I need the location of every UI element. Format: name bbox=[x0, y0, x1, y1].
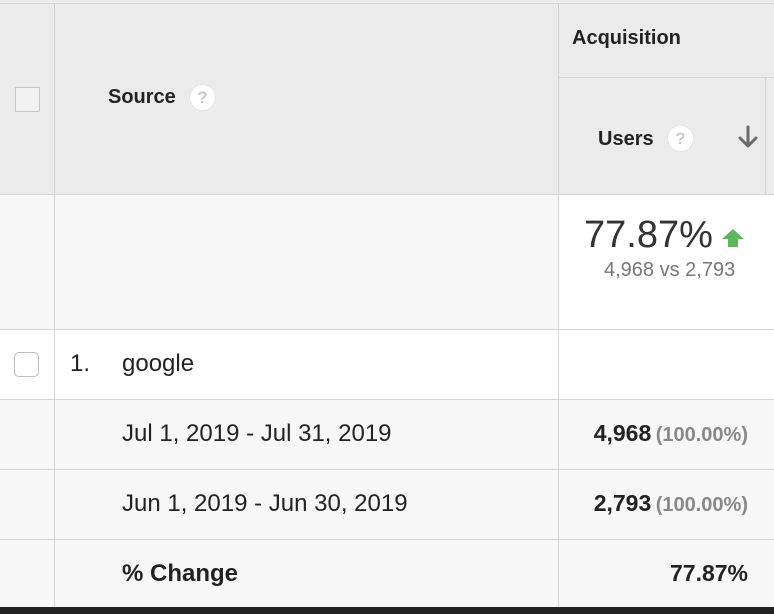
bottom-bar bbox=[0, 607, 774, 614]
users-share: (100.00%) bbox=[655, 424, 748, 446]
users-help-icon[interactable]: ? bbox=[667, 125, 694, 152]
users-share: (100.00%) bbox=[655, 494, 748, 516]
summary-change-pct: 77.87% bbox=[584, 214, 713, 256]
divider bbox=[0, 469, 774, 470]
arrow-down-icon[interactable] bbox=[736, 125, 760, 151]
row-index: 1. bbox=[70, 350, 91, 377]
users-count: 4,968 bbox=[593, 420, 652, 446]
divider bbox=[0, 399, 774, 400]
divider bbox=[0, 539, 774, 540]
divider bbox=[0, 3, 774, 4]
summary-comparison: 4,968 vs 2,793 bbox=[604, 259, 736, 281]
change-label: % Change bbox=[122, 560, 239, 587]
divider bbox=[559, 77, 774, 78]
users-value: 2,793 (100.00%) bbox=[559, 490, 748, 517]
source-link[interactable]: google bbox=[122, 350, 194, 378]
change-value: 77.87% bbox=[669, 560, 748, 586]
triangle-up-arrow-icon bbox=[721, 228, 745, 248]
divider bbox=[765, 78, 766, 195]
source-help-icon[interactable]: ? bbox=[189, 84, 216, 111]
period-label: Jun 1, 2019 - Jun 30, 2019 bbox=[122, 490, 408, 517]
acquisition-header-label: Acquisition bbox=[572, 27, 681, 49]
row-checkbox[interactable] bbox=[14, 352, 39, 377]
select-all-checkbox[interactable] bbox=[15, 87, 40, 112]
table-row[interactable] bbox=[0, 329, 774, 399]
users-count: 2,793 bbox=[593, 490, 652, 516]
summary-row bbox=[0, 195, 559, 329]
users-value: 4,968 (100.00%) bbox=[559, 420, 748, 447]
source-header-label[interactable]: Source bbox=[108, 86, 176, 109]
divider bbox=[0, 194, 774, 195]
users-header-label[interactable]: Users bbox=[598, 128, 654, 151]
divider bbox=[0, 329, 774, 330]
period-label: Jul 1, 2019 - Jul 31, 2019 bbox=[122, 420, 392, 447]
divider bbox=[54, 3, 55, 607]
